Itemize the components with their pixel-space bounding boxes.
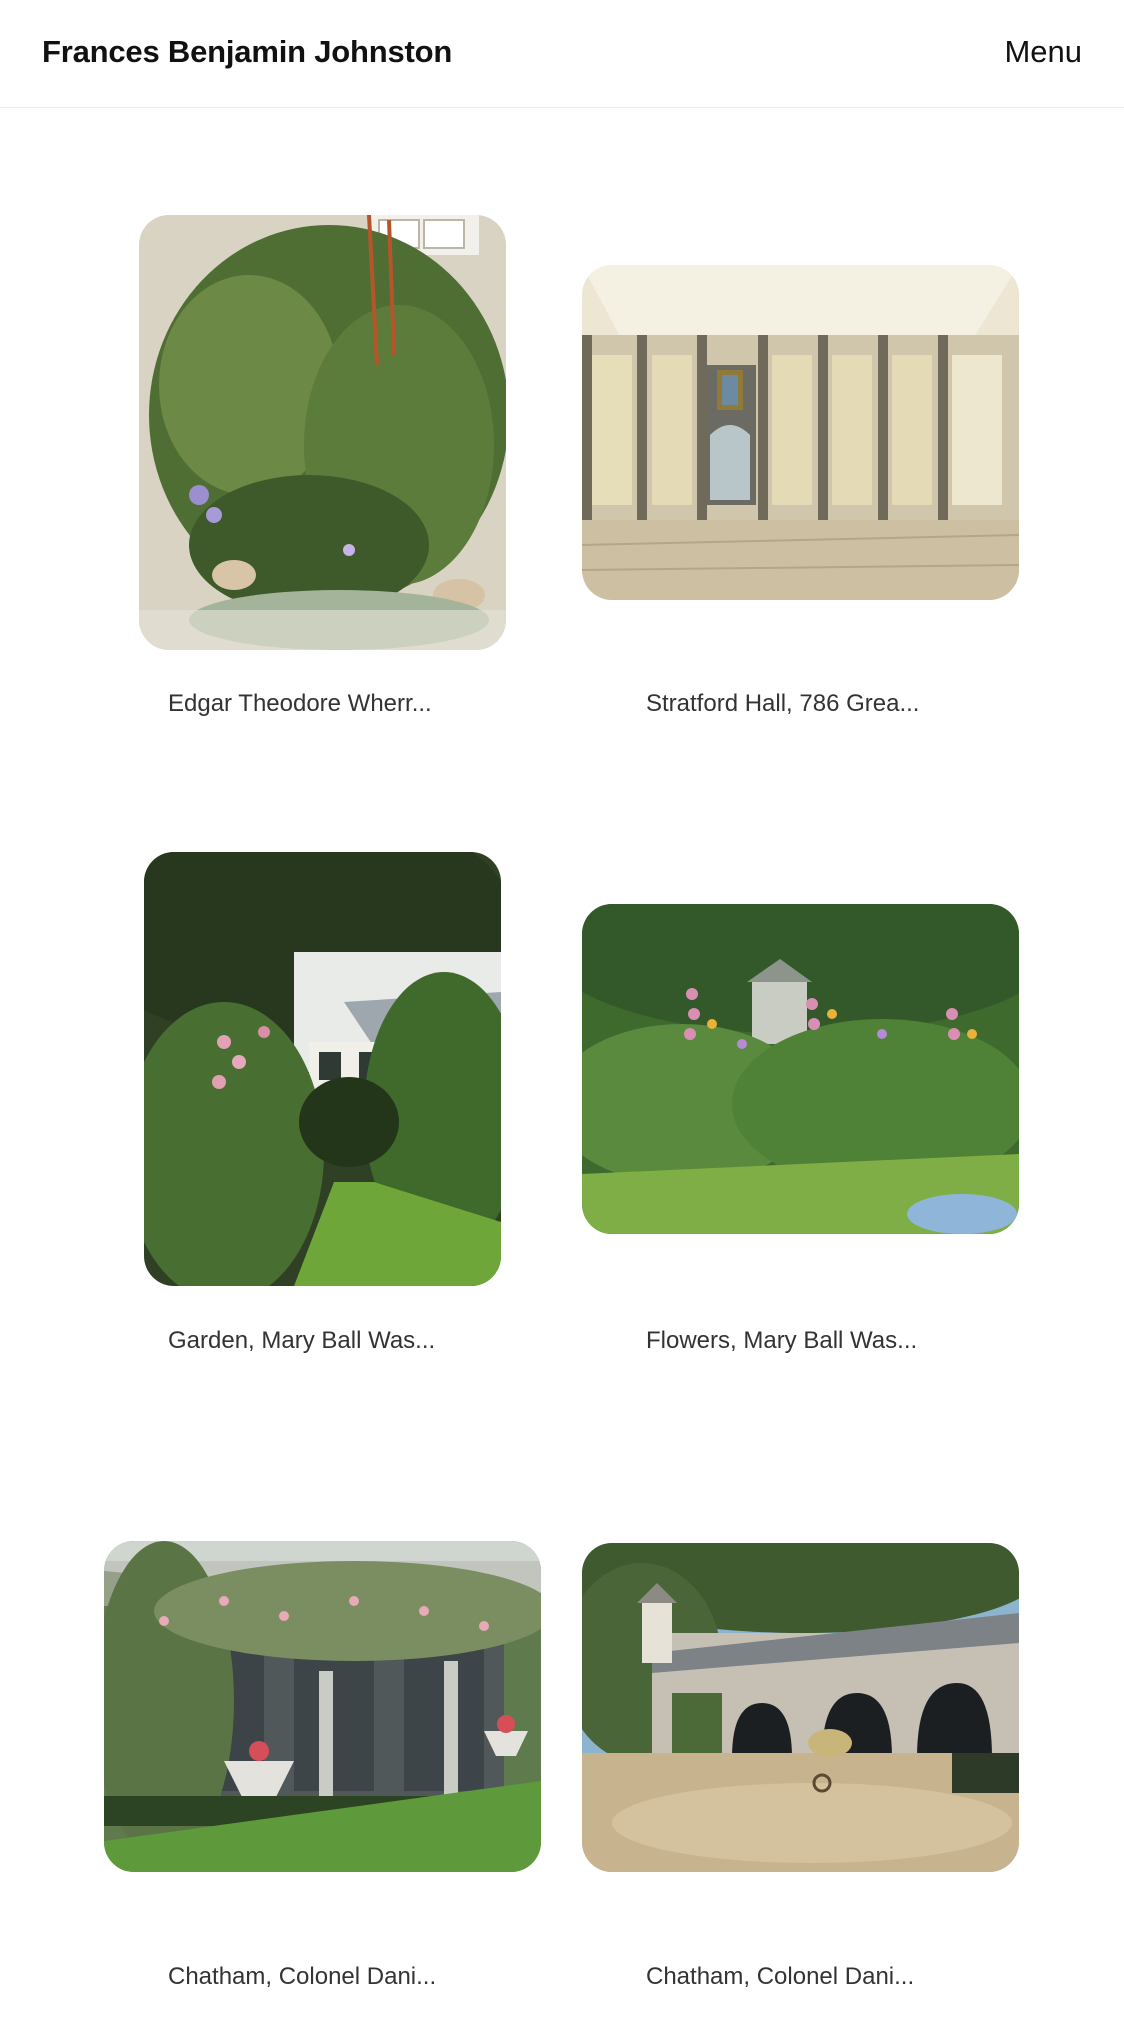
gallery-photo-courtyard[interactable] <box>582 1543 1019 1872</box>
gallery-caption[interactable]: Stratford Hall, 786 Grea... <box>646 690 919 718</box>
gallery-caption[interactable]: Chatham, Colonel Dani... <box>646 1963 914 1991</box>
gallery-caption[interactable]: Flowers, Mary Ball Was... <box>646 1327 917 1355</box>
gallery-caption[interactable]: Garden, Mary Ball Was... <box>168 1327 435 1355</box>
top-bar: Frances Benjamin Johnston Menu <box>0 0 1124 108</box>
gallery-photo-pergola[interactable] <box>104 1541 541 1872</box>
gallery-caption[interactable]: Chatham, Colonel Dani... <box>168 1963 436 1991</box>
gallery-photo-hall-interior[interactable] <box>582 265 1019 600</box>
gallery-photo-flower-border[interactable] <box>582 904 1019 1234</box>
gallery-caption[interactable]: Edgar Theodore Wherr... <box>168 690 432 718</box>
site-title[interactable]: Frances Benjamin Johnston <box>42 34 452 70</box>
menu-button[interactable]: Menu <box>1004 34 1082 70</box>
gallery-photo-garden-house[interactable] <box>144 852 501 1286</box>
gallery-photo-garden-ferns[interactable] <box>139 215 506 650</box>
